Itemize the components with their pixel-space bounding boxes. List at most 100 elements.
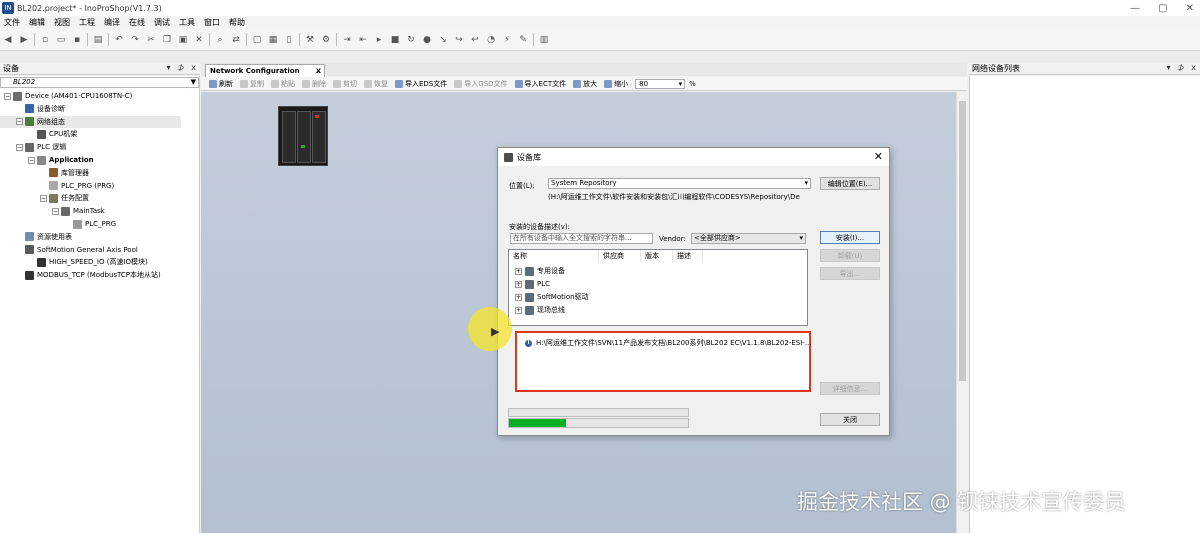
menu-file[interactable]: 文件 bbox=[4, 17, 20, 28]
column-version[interactable]: 版本 bbox=[641, 250, 673, 262]
tree-item[interactable]: 库管理器 bbox=[0, 167, 181, 179]
panel-close-icon[interactable]: x bbox=[191, 63, 196, 72]
expand-icon[interactable]: + bbox=[515, 306, 522, 314]
cut-icon[interactable]: ✂ bbox=[145, 34, 157, 46]
step-out-icon[interactable]: ↩ bbox=[469, 34, 481, 46]
stop-icon[interactable]: ■ bbox=[389, 34, 401, 46]
menu-window[interactable]: 窗口 bbox=[204, 17, 220, 28]
tab-close-icon[interactable]: x bbox=[316, 66, 321, 75]
tree-item[interactable]: SoftMotion General Axis Pool bbox=[0, 244, 181, 256]
restore-button[interactable]: 恢复 bbox=[364, 79, 388, 89]
redo-icon[interactable]: ↷ bbox=[129, 34, 141, 46]
open-folder-icon[interactable]: ▭ bbox=[55, 34, 67, 46]
close-dialog-button[interactable]: 关闭 bbox=[820, 413, 880, 426]
print-icon[interactable]: ▤ bbox=[92, 34, 104, 46]
expand-icon[interactable]: + bbox=[515, 280, 522, 288]
import-gsd-button[interactable]: 导入GSD文件 bbox=[454, 79, 508, 89]
layout-icon[interactable]: ▦ bbox=[267, 34, 279, 46]
login-icon[interactable]: ⇥ bbox=[341, 34, 353, 46]
write-icon[interactable]: ✎ bbox=[517, 34, 529, 46]
collapse-icon[interactable]: − bbox=[40, 194, 47, 202]
import-ect-button[interactable]: 导入ECT文件 bbox=[514, 79, 566, 89]
collapse-icon[interactable]: − bbox=[28, 156, 35, 164]
refresh-button[interactable]: 刷新 bbox=[209, 79, 233, 89]
undo-icon[interactable]: ↶ bbox=[113, 34, 125, 46]
reset-icon[interactable]: ↻ bbox=[405, 34, 417, 46]
column-description[interactable]: 描述 bbox=[673, 250, 703, 262]
logout-icon[interactable]: ⇤ bbox=[357, 34, 369, 46]
list-item[interactable]: + 专用设备 bbox=[515, 265, 565, 277]
step-over-icon[interactable]: ↪ bbox=[453, 34, 465, 46]
tree-item[interactable]: − PLC 逻辑 bbox=[0, 141, 181, 153]
collapse-icon[interactable]: − bbox=[52, 207, 59, 215]
list-item[interactable]: + 现场总线 bbox=[515, 304, 565, 316]
breakpoint-icon[interactable]: ● bbox=[421, 34, 433, 46]
menu-build[interactable]: 编译 bbox=[104, 17, 120, 28]
close-window-icon[interactable]: ✕ bbox=[1186, 3, 1194, 14]
rebuild-icon[interactable]: ⚙ bbox=[320, 34, 332, 46]
new-file-icon[interactable]: ▫ bbox=[39, 34, 51, 46]
copy-button[interactable]: 复制 bbox=[240, 79, 264, 89]
menu-tools[interactable]: 工具 bbox=[179, 17, 195, 28]
list-item[interactable]: + PLC bbox=[515, 278, 550, 290]
plc-device-image[interactable] bbox=[278, 106, 328, 166]
tree-item[interactable]: 资源使用表 bbox=[0, 231, 181, 243]
maximize-icon[interactable]: ▢ bbox=[1158, 3, 1167, 14]
tree-item[interactable]: HIGH_SPEED_IO (高速IO模块) bbox=[0, 256, 181, 268]
watch-icon[interactable]: ◔ bbox=[485, 34, 497, 46]
menu-debug[interactable]: 调试 bbox=[154, 17, 170, 28]
tree-item[interactable]: − 任务配置 bbox=[0, 192, 181, 204]
vendor-select[interactable]: <全部供应商> ▾ bbox=[691, 233, 806, 244]
panel-close-icon[interactable]: x bbox=[1191, 63, 1196, 72]
tree-item[interactable]: − Device (AM401-CPU1608TN-C) bbox=[0, 90, 181, 102]
column-vendor[interactable]: 供应商 bbox=[599, 250, 641, 262]
expand-icon[interactable]: + bbox=[515, 267, 522, 275]
tree-item[interactable]: − MainTask bbox=[0, 205, 181, 217]
tree-item[interactable]: PLC_PRG bbox=[0, 218, 181, 230]
collapse-icon[interactable]: − bbox=[4, 92, 11, 100]
panel-menu-icon[interactable]: ▾ bbox=[167, 63, 171, 72]
tree-item[interactable]: − 网络组态 bbox=[0, 115, 181, 128]
uninstall-button[interactable]: 卸载(U) bbox=[820, 249, 880, 262]
menu-online[interactable]: 在线 bbox=[129, 17, 145, 28]
install-button[interactable]: 安装(I)... bbox=[820, 231, 880, 244]
tree-item[interactable]: PLC_PRG (PRG) bbox=[0, 180, 181, 192]
location-select[interactable]: System Repository ▾ bbox=[548, 178, 811, 189]
edit-location-button[interactable]: 编辑位置(E)... bbox=[820, 177, 880, 190]
paste-button[interactable]: 粘贴 bbox=[271, 79, 295, 89]
tab-network-configuration[interactable]: Network Configuration x bbox=[205, 64, 325, 77]
window-icon[interactable]: ▢ bbox=[251, 34, 263, 46]
canvas-vertical-scrollbar[interactable] bbox=[956, 92, 967, 533]
panel-menu-icon[interactable]: ▾ bbox=[1167, 63, 1171, 72]
find-icon[interactable]: ⌕ bbox=[214, 34, 226, 46]
list-item[interactable]: + SoftMotion驱动 bbox=[515, 291, 589, 303]
copy-icon[interactable]: ❐ bbox=[161, 34, 173, 46]
step-icon[interactable]: ↘ bbox=[437, 34, 449, 46]
tree-item[interactable]: CPU机架 bbox=[0, 128, 181, 140]
dialog-close-icon[interactable]: ✕ bbox=[874, 150, 883, 163]
cut-button[interactable]: 剪切 bbox=[333, 79, 357, 89]
menu-project[interactable]: 工程 bbox=[79, 17, 95, 28]
scrollbar-thumb[interactable] bbox=[959, 101, 966, 381]
column-name[interactable]: 名称 bbox=[509, 250, 599, 262]
menu-help[interactable]: 帮助 bbox=[229, 17, 245, 28]
force-icon[interactable]: ⚡ bbox=[501, 34, 513, 46]
menu-view[interactable]: 视图 bbox=[54, 17, 70, 28]
zoom-select[interactable]: 80 ▾ bbox=[635, 78, 686, 89]
build-icon[interactable]: ⚒ bbox=[304, 34, 316, 46]
zoom-out-button[interactable]: 缩小 bbox=[604, 79, 628, 89]
paste-icon[interactable]: ▣ bbox=[177, 34, 189, 46]
device-search-input[interactable]: 在所有设备中输入全文搜索的字符串... bbox=[510, 233, 653, 244]
device-selector[interactable]: BL202 ▼ bbox=[0, 77, 199, 88]
panel-pin-icon[interactable]: ⊅ bbox=[1178, 63, 1185, 72]
menu-edit[interactable]: 编辑 bbox=[29, 17, 45, 28]
page-icon[interactable]: ▯ bbox=[283, 34, 295, 46]
tree-item[interactable]: 设备诊断 bbox=[0, 103, 181, 115]
delete-icon[interactable]: ✕ bbox=[193, 34, 205, 46]
tree-item[interactable]: − Application bbox=[0, 154, 181, 166]
delete-button[interactable]: 删除 bbox=[302, 79, 326, 89]
import-eds-button[interactable]: 导入EDS文件 bbox=[395, 79, 447, 89]
collapse-icon[interactable]: − bbox=[16, 118, 23, 126]
zoom-in-button[interactable]: 放大 bbox=[573, 79, 597, 89]
replace-icon[interactable]: ⇄ bbox=[230, 34, 242, 46]
